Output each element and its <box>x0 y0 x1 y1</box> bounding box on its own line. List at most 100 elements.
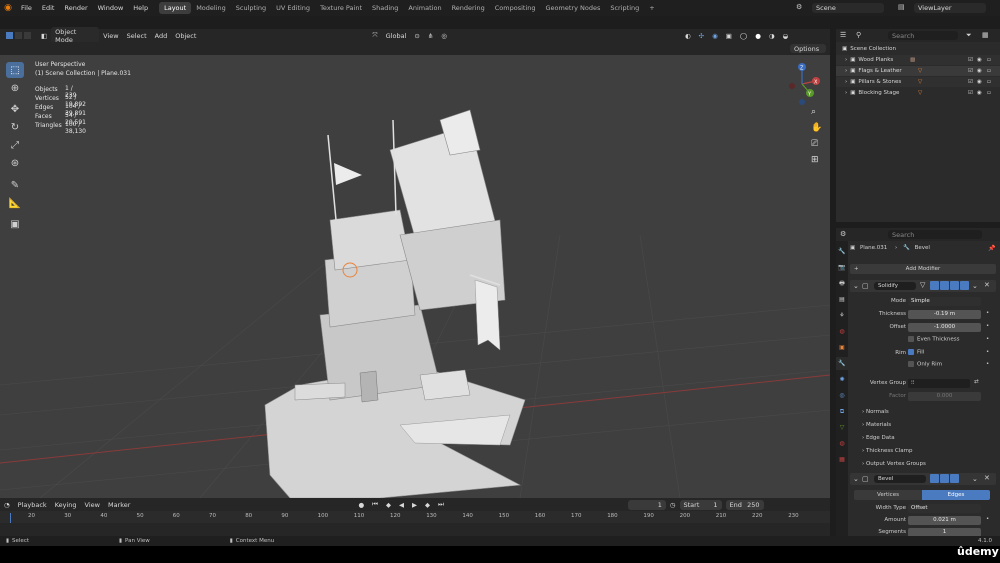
select-extend-icon[interactable] <box>15 32 22 39</box>
tab-uv-editing[interactable]: UV Editing <box>271 2 315 14</box>
timeline-editor-icon[interactable]: ◔ <box>0 501 14 509</box>
material-tab-icon[interactable]: ◍ <box>836 437 848 450</box>
pan-hand-icon[interactable]: ✋ <box>811 123 823 135</box>
camera-icon[interactable]: ▫ <box>987 90 991 96</box>
expand-arrow-icon[interactable]: › <box>845 90 847 96</box>
eye-icon[interactable]: ◉ <box>977 79 982 85</box>
subpanel-edge-data[interactable]: › Edge Data <box>862 435 895 441</box>
visibility-icon[interactable]: ◐ <box>681 32 695 40</box>
tab-geometry-nodes[interactable]: Geometry Nodes <box>541 2 606 14</box>
pivot-icon[interactable]: ⊙ <box>410 32 423 40</box>
perspective-grid-icon[interactable]: ⊞ <box>811 155 823 167</box>
data-tab-icon[interactable]: ▽ <box>836 421 848 434</box>
editmode-toggle-icon[interactable] <box>940 281 949 290</box>
menu-playback[interactable]: Playback <box>14 501 51 509</box>
outliner-search-input[interactable]: Search <box>888 31 958 40</box>
add-modifier-button[interactable]: + Add Modifier <box>850 264 996 274</box>
eye-icon[interactable]: ◉ <box>977 57 982 63</box>
particles-tab-icon[interactable]: ✺ <box>836 373 848 386</box>
view-layer-selector[interactable]: ViewLayer <box>914 3 986 13</box>
mode-dropdown[interactable]: Simple <box>908 297 981 306</box>
render-toggle-icon[interactable] <box>960 281 969 290</box>
remove-modifier-icon[interactable]: ✕ <box>984 281 990 289</box>
measure-tool-icon[interactable]: 📐 <box>6 195 24 211</box>
render-toggle-icon[interactable] <box>950 474 959 483</box>
orientation-selector[interactable]: Global <box>382 32 411 40</box>
collapse-arrow-icon[interactable]: ⌄ <box>853 282 859 290</box>
menu-timeline-view[interactable]: View <box>81 501 104 509</box>
tab-vertices[interactable]: Vertices <box>854 490 922 500</box>
dropdown-arrow-icon[interactable]: ⌄ <box>972 475 978 483</box>
properties-search-input[interactable]: Search <box>888 230 982 239</box>
menu-add[interactable]: Add <box>151 32 172 40</box>
record-icon[interactable]: ● <box>354 501 368 509</box>
viewport-toggle-icon[interactable] <box>950 281 959 290</box>
end-frame-field[interactable]: End 250 <box>725 499 764 510</box>
checkbox-icon[interactable]: ☑ <box>968 68 973 74</box>
expand-arrow-icon[interactable]: › <box>845 79 847 85</box>
cursor-tool-icon[interactable]: ⊕ <box>6 80 24 96</box>
keyframe-dot-icon[interactable]: • <box>986 516 989 522</box>
eye-icon[interactable]: ◉ <box>977 90 982 96</box>
tab-sculpting[interactable]: Sculpting <box>231 2 271 14</box>
menu-render[interactable]: Render <box>59 4 92 12</box>
only-rim-row[interactable]: Only Rim • <box>848 360 1000 371</box>
width-type-dropdown[interactable]: Offset <box>908 504 981 513</box>
tool-tab-icon[interactable]: 🔧 <box>836 245 848 258</box>
editmode-toggle-icon[interactable] <box>930 474 939 483</box>
select-subtract-icon[interactable] <box>24 32 31 39</box>
checkbox-icon[interactable]: ☑ <box>968 90 973 96</box>
next-keyframe-icon[interactable]: ◆ <box>421 501 434 509</box>
keyframe-dot-icon[interactable]: • <box>986 349 989 355</box>
factor-field[interactable]: 0.000 <box>908 392 981 401</box>
edit-mode-icon[interactable]: ▽ <box>920 281 925 289</box>
tab-edges[interactable]: Edges <box>922 490 990 500</box>
keyframe-dot-icon[interactable]: • <box>986 361 989 367</box>
scale-tool-icon[interactable]: ⤢ <box>6 137 24 153</box>
select-tool-icon[interactable]: ⬚ <box>6 62 24 78</box>
tab-rendering[interactable]: Rendering <box>447 2 490 14</box>
subpanel-materials[interactable]: › Materials <box>862 422 891 428</box>
xray-icon[interactable]: ▣ <box>722 32 736 40</box>
menu-help[interactable]: Help <box>128 4 153 12</box>
camera-icon[interactable]: ▫ <box>987 57 991 63</box>
solidify-name-field[interactable]: Solidify <box>874 282 916 290</box>
play-icon[interactable]: ▶ <box>408 501 421 509</box>
properties-editor-icon[interactable]: ⚙ <box>840 230 846 238</box>
zoom-icon[interactable]: ⌕ <box>811 107 823 119</box>
snap-icon[interactable]: ⋔ <box>424 32 437 40</box>
keyframe-dot-icon[interactable]: • <box>986 323 989 329</box>
menu-object[interactable]: Object <box>171 32 200 40</box>
subpanel-normals[interactable]: › Normals <box>862 409 889 415</box>
collapse-arrow-icon[interactable]: ⌄ <box>853 475 859 483</box>
world-tab-icon[interactable]: ◍ <box>836 325 848 338</box>
outliner-item[interactable]: › ▣ Flags & Leather ▽ ☑ ◉ ▫ <box>836 66 1000 76</box>
play-reverse-icon[interactable]: ◀ <box>395 501 408 509</box>
cage-toggle-icon[interactable] <box>930 281 939 290</box>
camera-view-icon[interactable]: ⎚ <box>811 139 823 151</box>
tab-scripting[interactable]: Scripting <box>605 2 644 14</box>
menu-keying[interactable]: Keying <box>51 501 81 509</box>
even-thickness-checkbox[interactable] <box>908 336 914 342</box>
view-layer-icon[interactable]: ▤ <box>898 3 910 13</box>
object-tab-icon[interactable]: ▣ <box>836 341 848 354</box>
bevel-modifier-header[interactable]: ⌄ ▢ Bevel ⌄ ✕ <box>850 473 996 485</box>
keyframe-dot-icon[interactable]: • <box>986 336 989 342</box>
menu-view[interactable]: View <box>99 32 122 40</box>
transform-tool-icon[interactable]: ⊛ <box>6 155 24 171</box>
expand-arrow-icon[interactable]: › <box>845 68 847 74</box>
tab-texture-paint[interactable]: Texture Paint <box>315 2 367 14</box>
3d-viewport[interactable]: User Perspective (1) Scene Collection | … <box>0 55 830 498</box>
thickness-field[interactable]: -0.19 m <box>908 310 981 319</box>
editor-type-icon[interactable]: ◧ <box>37 32 51 40</box>
invert-icon[interactable]: ⇄ <box>974 379 979 385</box>
modifier-tab-icon[interactable]: 🔧 <box>836 357 848 370</box>
outliner-item[interactable]: › ▣ Wood Planks ▩ ☑ ◉ ▫ <box>836 55 1000 65</box>
start-frame-field[interactable]: Start 1 <box>679 499 722 510</box>
segments-field[interactable]: 1 <box>908 528 981 536</box>
expand-arrow-icon[interactable]: › <box>845 57 847 63</box>
shading-material-icon[interactable]: ◑ <box>765 32 779 40</box>
remove-modifier-icon[interactable]: ✕ <box>984 474 990 482</box>
fill-checkbox[interactable] <box>908 349 914 355</box>
options-dropdown[interactable]: Options <box>790 44 826 53</box>
